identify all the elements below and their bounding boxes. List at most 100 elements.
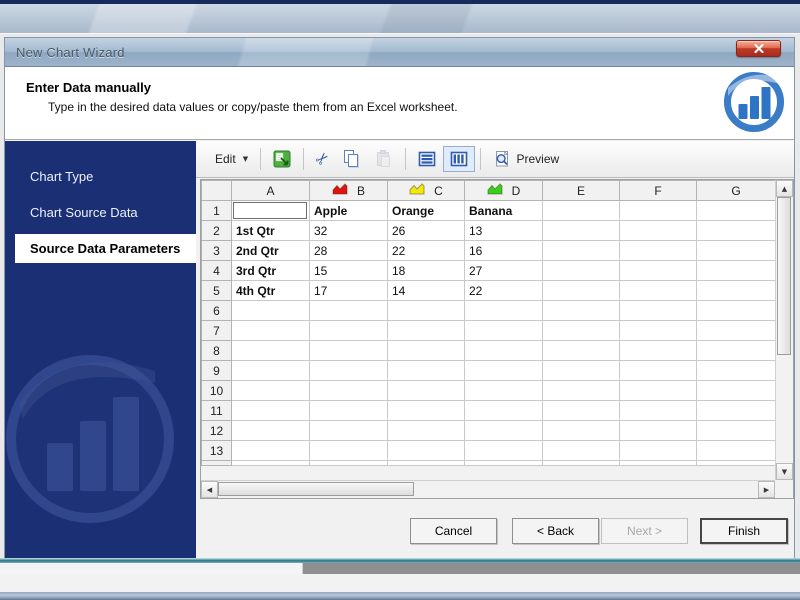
row-header-10[interactable]: 10 bbox=[201, 380, 232, 401]
row-header-2[interactable]: 2 bbox=[201, 220, 232, 241]
column-header-B[interactable]: B bbox=[309, 180, 388, 201]
cell-C3[interactable]: 22 bbox=[387, 240, 465, 261]
cell-C6[interactable] bbox=[387, 300, 465, 321]
cell-C10[interactable] bbox=[387, 380, 465, 401]
cell-F11[interactable] bbox=[619, 400, 697, 421]
row-header-3[interactable]: 3 bbox=[201, 240, 232, 261]
cell-A11[interactable] bbox=[231, 400, 310, 421]
column-header-C[interactable]: C bbox=[387, 180, 465, 201]
cell-E9[interactable] bbox=[542, 360, 620, 381]
cell-E8[interactable] bbox=[542, 340, 620, 361]
row-header-9[interactable]: 9 bbox=[201, 360, 232, 381]
cell-F2[interactable] bbox=[619, 220, 697, 241]
row-header-13[interactable]: 13 bbox=[201, 440, 232, 461]
cell-D11[interactable] bbox=[464, 400, 543, 421]
cell-G1[interactable] bbox=[696, 200, 776, 221]
cut-button[interactable]: ✂ bbox=[309, 146, 336, 172]
cell-E5[interactable] bbox=[542, 280, 620, 301]
cell-E4[interactable] bbox=[542, 260, 620, 281]
cell-C5[interactable]: 14 bbox=[387, 280, 465, 301]
row-header-4[interactable]: 4 bbox=[201, 260, 232, 281]
cell-C11[interactable] bbox=[387, 400, 465, 421]
cell-A4[interactable]: 3rd Qtr bbox=[231, 260, 310, 281]
dialog-titlebar[interactable]: New Chart Wizard bbox=[5, 38, 794, 67]
cell-G5[interactable] bbox=[696, 280, 776, 301]
cell-B10[interactable] bbox=[309, 380, 388, 401]
cell-D4[interactable]: 27 bbox=[464, 260, 543, 281]
series-in-columns-button[interactable] bbox=[443, 146, 476, 172]
cell-G4[interactable] bbox=[696, 260, 776, 281]
cell-F3[interactable] bbox=[619, 240, 697, 261]
select-all-corner[interactable] bbox=[201, 180, 232, 201]
cell-G12[interactable] bbox=[696, 420, 776, 441]
cell-C4[interactable]: 18 bbox=[387, 260, 465, 281]
cell-E7[interactable] bbox=[542, 320, 620, 341]
cell-A3[interactable]: 2nd Qtr bbox=[231, 240, 310, 261]
cell-A2[interactable]: 1st Qtr bbox=[231, 220, 310, 241]
cell-B7[interactable] bbox=[309, 320, 388, 341]
cell-A6[interactable] bbox=[231, 300, 310, 321]
vertical-scroll-thumb[interactable] bbox=[777, 197, 791, 355]
scroll-down-icon[interactable]: ▼ bbox=[776, 463, 793, 480]
horizontal-scrollbar[interactable]: ◀ ▶ bbox=[201, 480, 775, 498]
next-button[interactable]: Next > bbox=[601, 518, 688, 544]
paste-button[interactable] bbox=[368, 146, 400, 172]
cell-B1[interactable]: Apple bbox=[309, 200, 388, 221]
cell-G11[interactable] bbox=[696, 400, 776, 421]
cell-D7[interactable] bbox=[464, 320, 543, 341]
cell-B3[interactable]: 28 bbox=[309, 240, 388, 261]
preview-button[interactable]: Preview bbox=[486, 146, 566, 172]
cell-F5[interactable] bbox=[619, 280, 697, 301]
cell-E6[interactable] bbox=[542, 300, 620, 321]
cell-A9[interactable] bbox=[231, 360, 310, 381]
sidebar-item-chart-source-data[interactable]: Chart Source Data bbox=[30, 205, 138, 220]
cell-B13[interactable] bbox=[309, 440, 388, 461]
cell-B8[interactable] bbox=[309, 340, 388, 361]
cell-D8[interactable] bbox=[464, 340, 543, 361]
cell-D12[interactable] bbox=[464, 420, 543, 441]
cell-G6[interactable] bbox=[696, 300, 776, 321]
cell-A12[interactable] bbox=[231, 420, 310, 441]
series-in-rows-button[interactable] bbox=[411, 146, 443, 172]
cell-D10[interactable] bbox=[464, 380, 543, 401]
cell-C2[interactable]: 26 bbox=[387, 220, 465, 241]
cell-G10[interactable] bbox=[696, 380, 776, 401]
column-header-F[interactable]: F bbox=[619, 180, 697, 201]
finish-button[interactable]: Finish bbox=[700, 518, 788, 544]
column-header-D[interactable]: D bbox=[464, 180, 543, 201]
cell-B12[interactable] bbox=[309, 420, 388, 441]
column-header-G[interactable]: G bbox=[696, 180, 776, 201]
cell-A1[interactable] bbox=[231, 200, 310, 221]
cell-A7[interactable] bbox=[231, 320, 310, 341]
back-button[interactable]: < Back bbox=[512, 518, 599, 544]
cell-C8[interactable] bbox=[387, 340, 465, 361]
cell-G7[interactable] bbox=[696, 320, 776, 341]
cell-F4[interactable] bbox=[619, 260, 697, 281]
cell-F12[interactable] bbox=[619, 420, 697, 441]
row-header-12[interactable]: 12 bbox=[201, 420, 232, 441]
row-header-11[interactable]: 11 bbox=[201, 400, 232, 421]
cell-B4[interactable]: 15 bbox=[309, 260, 388, 281]
cell-B2[interactable]: 32 bbox=[309, 220, 388, 241]
row-header-8[interactable]: 8 bbox=[201, 340, 232, 361]
cell-C7[interactable] bbox=[387, 320, 465, 341]
vertical-scrollbar[interactable]: ▲ ▼ bbox=[775, 180, 793, 480]
cell-G2[interactable] bbox=[696, 220, 776, 241]
copy-button[interactable] bbox=[336, 146, 368, 172]
row-header-7[interactable]: 7 bbox=[201, 320, 232, 341]
cell-C1[interactable]: Orange bbox=[387, 200, 465, 221]
cell-C13[interactable] bbox=[387, 440, 465, 461]
active-cell-editor[interactable] bbox=[233, 202, 307, 219]
cell-G3[interactable] bbox=[696, 240, 776, 261]
cell-E11[interactable] bbox=[542, 400, 620, 421]
row-header-5[interactable]: 5 bbox=[201, 280, 232, 301]
scroll-left-icon[interactable]: ◀ bbox=[201, 481, 218, 498]
horizontal-scroll-thumb[interactable] bbox=[218, 482, 414, 496]
cell-E2[interactable] bbox=[542, 220, 620, 241]
scroll-up-icon[interactable]: ▲ bbox=[776, 180, 793, 197]
cell-A5[interactable]: 4th Qtr bbox=[231, 280, 310, 301]
column-header-A[interactable]: A bbox=[231, 180, 310, 201]
cell-D6[interactable] bbox=[464, 300, 543, 321]
sidebar-item-chart-type[interactable]: Chart Type bbox=[30, 169, 93, 184]
column-header-E[interactable]: E bbox=[542, 180, 620, 201]
